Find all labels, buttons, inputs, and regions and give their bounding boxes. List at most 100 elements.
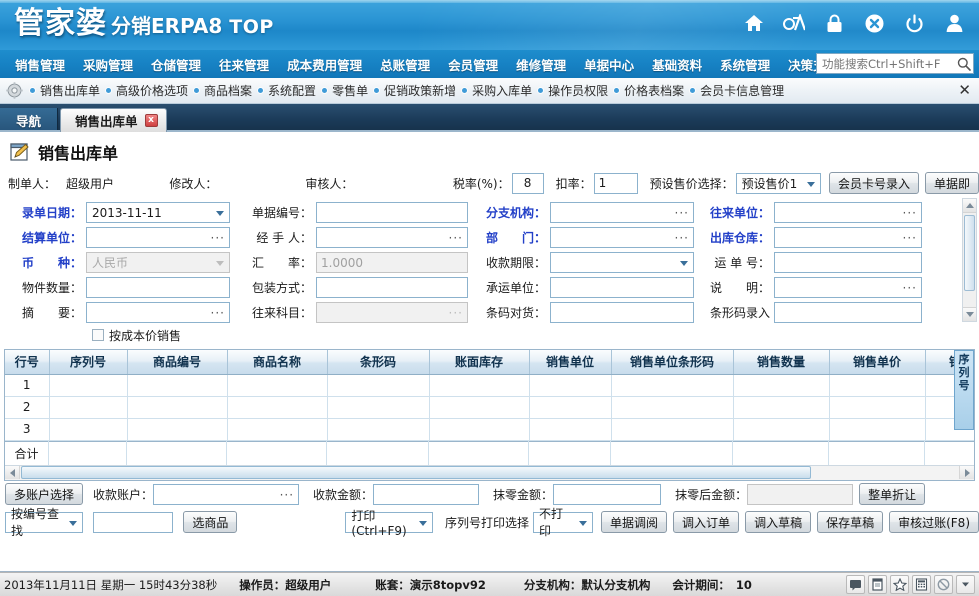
preset-price-combo[interactable]: 预设售价1	[736, 173, 821, 194]
ellipsis-picker-icon[interactable]: ···	[903, 230, 917, 247]
menu-item-4[interactable]: 成本费用管理	[278, 51, 371, 78]
hscrollbar-thumb[interactable]	[21, 466, 811, 479]
audit-post-button[interactable]: 审核过账(F8)	[889, 511, 979, 533]
home-icon[interactable]	[743, 11, 765, 35]
grid-cell-qty[interactable]	[733, 396, 829, 418]
grid-header-unit[interactable]: 销售单位	[529, 350, 611, 374]
close-circle-icon[interactable]	[863, 11, 885, 35]
function-search-box[interactable]	[816, 53, 974, 74]
grid-cell-price[interactable]	[829, 374, 925, 396]
grid-cell-unit[interactable]	[529, 396, 611, 418]
grid-cell-barcode[interactable]	[327, 374, 429, 396]
ellipsis-picker-icon[interactable]: ···	[211, 230, 225, 247]
ellipsis-picker-icon[interactable]: ···	[675, 230, 689, 247]
grid-header-qty[interactable]: 销售数量	[733, 350, 829, 374]
ellipsis-picker-icon[interactable]: ···	[211, 305, 225, 322]
shortcut-link-9[interactable]: 会员卡信息管理	[690, 82, 784, 99]
menu-item-0[interactable]: 销售管理	[6, 51, 74, 78]
grid-cell-unit[interactable]	[529, 374, 611, 396]
power-icon[interactable]	[903, 11, 925, 35]
menu-item-7[interactable]: 维修管理	[507, 51, 575, 78]
save-draft-button[interactable]: 保存草稿	[817, 511, 883, 533]
menu-item-8[interactable]: 单据中心	[575, 51, 643, 78]
waybill-number-input[interactable]	[774, 252, 922, 273]
whole-order-discount-button[interactable]: 整单折让	[859, 483, 925, 505]
grid-horizontal-scrollbar[interactable]	[5, 465, 974, 480]
grid-cell-stock[interactable]	[429, 396, 529, 418]
payment-term-combo[interactable]	[550, 252, 694, 273]
frozen-column-tag[interactable]: 序 列 号	[954, 350, 974, 430]
grid-header-stock[interactable]: 账面库存	[429, 350, 529, 374]
favorite-star-icon[interactable]	[890, 575, 909, 594]
grid-cell-barcode[interactable]	[327, 396, 429, 418]
message-icon[interactable]	[846, 575, 865, 594]
grid-cell-code[interactable]	[127, 374, 227, 396]
grid-header-barcode[interactable]: 条形码	[327, 350, 429, 374]
grid-cell-qty[interactable]	[733, 418, 829, 440]
grid-header-code[interactable]: 商品编号	[127, 350, 227, 374]
serial-print-combo[interactable]: 不打印	[533, 512, 593, 533]
grid-cell-name[interactable]	[227, 374, 327, 396]
branch-picker[interactable]: ···	[550, 202, 694, 223]
discount-input[interactable]	[594, 173, 638, 194]
counterparty-picker[interactable]: ···	[774, 202, 922, 223]
grid-cell-rownum[interactable]: 3	[5, 418, 49, 440]
import-order-button[interactable]: 调入订单	[673, 511, 739, 533]
grid-header-price[interactable]: 销售单价	[829, 350, 925, 374]
scroll-up-button[interactable]	[963, 199, 976, 213]
grid-cell-qty[interactable]	[733, 374, 829, 396]
grid-cell-serial[interactable]	[49, 418, 127, 440]
summary-picker[interactable]: ···	[86, 302, 230, 323]
item-count-input[interactable]	[86, 277, 230, 298]
shortcut-link-5[interactable]: 促销政策新增	[374, 82, 456, 99]
member-card-entry-button[interactable]: 会员卡号录入	[829, 172, 919, 194]
table-row[interactable]: 2	[5, 396, 974, 418]
grid-header-name[interactable]: 商品名称	[227, 350, 327, 374]
department-picker[interactable]: ···	[550, 227, 694, 248]
settlement-unit-picker[interactable]: ···	[86, 227, 230, 248]
remark-picker[interactable]: ···	[774, 277, 922, 298]
scrollbar-thumb[interactable]	[964, 215, 975, 291]
currency-combo[interactable]: 人民币	[86, 252, 230, 273]
find-mode-combo[interactable]: 按编号查找	[5, 512, 83, 533]
grid-cell-serial[interactable]	[49, 396, 127, 418]
ellipsis-picker-icon[interactable]: ···	[449, 230, 463, 247]
grid-cell-price[interactable]	[829, 396, 925, 418]
ellipsis-picker-icon[interactable]: ···	[903, 205, 917, 222]
notebook-icon[interactable]	[868, 575, 887, 594]
outbound-warehouse-picker[interactable]: ···	[774, 227, 922, 248]
ellipsis-picker-icon[interactable]: ···	[280, 487, 294, 504]
carrier-input[interactable]	[550, 277, 694, 298]
roundoff-amount-input[interactable]	[553, 484, 661, 505]
cost-price-sale-checkbox[interactable]	[92, 329, 104, 341]
menu-item-10[interactable]: 系统管理	[711, 51, 779, 78]
shortcut-link-6[interactable]: 采购入库单	[462, 82, 532, 99]
menu-item-5[interactable]: 总账管理	[371, 51, 439, 78]
barcode-check-input[interactable]	[550, 302, 694, 323]
document-review-button[interactable]: 单据调阅	[601, 511, 667, 533]
table-row[interactable]: 3	[5, 418, 974, 440]
handler-picker[interactable]: ···	[316, 227, 468, 248]
grid-cell-name[interactable]	[227, 418, 327, 440]
grid-cell-price[interactable]	[829, 418, 925, 440]
table-row[interactable]: 1	[5, 374, 974, 396]
scroll-left-button[interactable]	[5, 466, 20, 479]
grid-cell-rownum[interactable]: 1	[5, 374, 49, 396]
scroll-right-button[interactable]	[959, 466, 974, 479]
document-print-button[interactable]: 单据即	[925, 172, 979, 194]
grid-cell-unitbar[interactable]	[611, 396, 733, 418]
shortcut-link-4[interactable]: 零售单	[322, 82, 368, 99]
shortcut-link-0[interactable]: 销售出库单	[30, 82, 100, 99]
doc-number-input[interactable]	[316, 202, 468, 223]
grid-header-rownum[interactable]: 行号	[5, 350, 49, 374]
no-entry-icon[interactable]	[934, 575, 953, 594]
taxrate-input[interactable]	[512, 173, 544, 194]
shortcut-link-3[interactable]: 系统配置	[258, 82, 316, 99]
menu-item-2[interactable]: 仓储管理	[142, 51, 210, 78]
close-shortcut-bar-icon[interactable]: ✕	[958, 82, 971, 99]
print-combo-button[interactable]: 打印(Ctrl+F9)	[345, 512, 433, 533]
receipt-amount-input[interactable]	[373, 484, 479, 505]
ellipsis-picker-icon[interactable]: ···	[675, 205, 689, 222]
packing-method-input[interactable]	[316, 277, 468, 298]
menu-item-6[interactable]: 会员管理	[439, 51, 507, 78]
